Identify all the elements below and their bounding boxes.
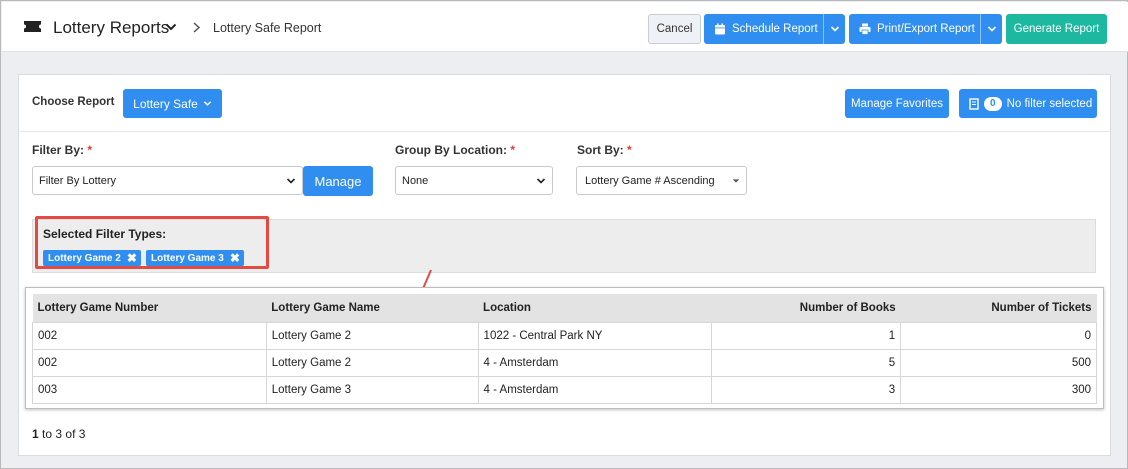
manage-favorites-button[interactable]: Manage Favorites [845, 89, 949, 118]
report-card: Choose Report Lottery Safe Manage Favori… [18, 74, 1111, 456]
app-title[interactable]: Lottery Reports [53, 18, 169, 38]
table-cell: 4 - Amsterdam [477, 375, 713, 404]
pagination-summary: 1 to 3 of 3 [32, 427, 85, 441]
manage-button[interactable]: Manage [303, 166, 373, 196]
schedule-dropdown-toggle[interactable] [823, 14, 845, 44]
column-header[interactable]: Lottery Game Name [266, 294, 478, 322]
table-cell: 1022 - Central Park NY [477, 321, 713, 350]
sort-by-label: Sort By: * [577, 143, 632, 157]
schedule-report-button[interactable]: Schedule Report [704, 14, 845, 44]
report-table-container: Lottery Game Number Lottery Game Name Lo… [25, 287, 1104, 409]
divider [20, 131, 1110, 132]
table-row: 002 Lottery Game 2 4 - Amsterdam 5 500 [32, 348, 1097, 377]
table-row: 002 Lottery Game 2 1022 - Central Park N… [32, 321, 1097, 350]
table-cell: 002 [32, 321, 267, 350]
choose-report-label: Choose Report [32, 96, 115, 108]
table-cell: 1 [711, 321, 902, 350]
pagination-to-word: to [42, 427, 53, 441]
group-by-select[interactable]: None [395, 166, 553, 195]
breadcrumb-current: Lottery Safe Report [213, 21, 322, 35]
required-mark: * [627, 143, 632, 157]
generate-report-button[interactable]: Generate Report [1006, 14, 1107, 44]
schedule-report-label: Schedule Report [732, 23, 818, 35]
pagination-from: 1 [32, 427, 39, 441]
table-cell: Lottery Game 2 [265, 321, 479, 350]
annotation-highlight-box [35, 216, 269, 269]
column-header[interactable]: Number of Tickets [901, 294, 1097, 322]
table-cell: Lottery Game 3 [265, 375, 479, 404]
print-dropdown-toggle[interactable] [980, 14, 1002, 44]
table-cell: 300 [900, 375, 1097, 404]
column-header[interactable]: Location [478, 294, 712, 322]
filter-count-badge: 0 [984, 96, 1002, 111]
table-cell: Lottery Game 2 [265, 348, 479, 377]
table-cell: 002 [32, 348, 267, 377]
table-cell: 003 [32, 375, 267, 404]
group-by-label: Group By Location: * [395, 143, 515, 157]
saved-filter-button[interactable]: 0 No filter selected [959, 89, 1097, 118]
sort-by-value: Lottery Game # Ascending [585, 174, 715, 187]
print-export-label: Print/Export Report [877, 23, 975, 35]
pagination-total: 3 [78, 427, 86, 441]
chevron-down-icon [203, 101, 212, 106]
printer-icon [859, 23, 871, 35]
chevron-down-icon [536, 178, 546, 184]
filter-by-select[interactable]: Filter By Lottery [32, 166, 303, 195]
group-by-label-text: Group By Location: [395, 143, 507, 157]
pagination-to: 3 [55, 427, 63, 441]
chevron-down-icon [830, 26, 839, 32]
cancel-button[interactable]: Cancel [648, 14, 701, 44]
table-cell: 5 [711, 348, 902, 377]
chevron-down-icon [987, 26, 996, 32]
table-cell: 4 - Amsterdam [477, 348, 713, 377]
top-bar: Lottery Reports Lottery Safe Report Canc… [2, 2, 1128, 52]
choose-report-dropdown[interactable]: Lottery Safe [123, 89, 222, 118]
chevron-down-icon [286, 178, 296, 184]
required-mark: * [510, 143, 516, 157]
table-cell: 0 [900, 321, 1097, 350]
sort-by-label-text: Sort By: [577, 143, 624, 157]
selected-report: Lottery Safe [133, 96, 198, 111]
no-filter-label: No filter selected [1006, 97, 1093, 110]
column-header[interactable]: Number of Books [712, 294, 901, 322]
group-by-value: None [402, 174, 429, 187]
caret-down-icon [732, 179, 740, 183]
table-cell: 500 [900, 348, 1097, 377]
sort-by-select[interactable]: Lottery Game # Ascending [576, 166, 747, 195]
filter-list-icon [969, 97, 979, 110]
table-header-row: Lottery Game Number Lottery Game Name Lo… [32, 294, 1097, 322]
filter-by-value: Filter By Lottery [39, 174, 117, 187]
pagination-of-word: of [65, 427, 76, 441]
required-mark: * [87, 143, 93, 157]
table-cell: 3 [711, 375, 902, 404]
chevron-down-icon[interactable] [165, 21, 177, 33]
filter-by-label-text: Filter By: [32, 143, 85, 157]
filter-by-label: Filter By: * [32, 143, 92, 157]
app-window: Lottery Reports Lottery Safe Report Canc… [0, 0, 1128, 469]
ticket-icon [24, 21, 41, 32]
table-row: 003 Lottery Game 3 4 - Amsterdam 3 300 [32, 375, 1097, 404]
print-export-button[interactable]: Print/Export Report [849, 14, 1002, 44]
chevron-right-icon [193, 22, 201, 33]
report-table: Lottery Game Number Lottery Game Name Lo… [32, 294, 1097, 404]
column-header[interactable]: Lottery Game Number [33, 294, 267, 322]
calendar-icon [715, 23, 725, 35]
